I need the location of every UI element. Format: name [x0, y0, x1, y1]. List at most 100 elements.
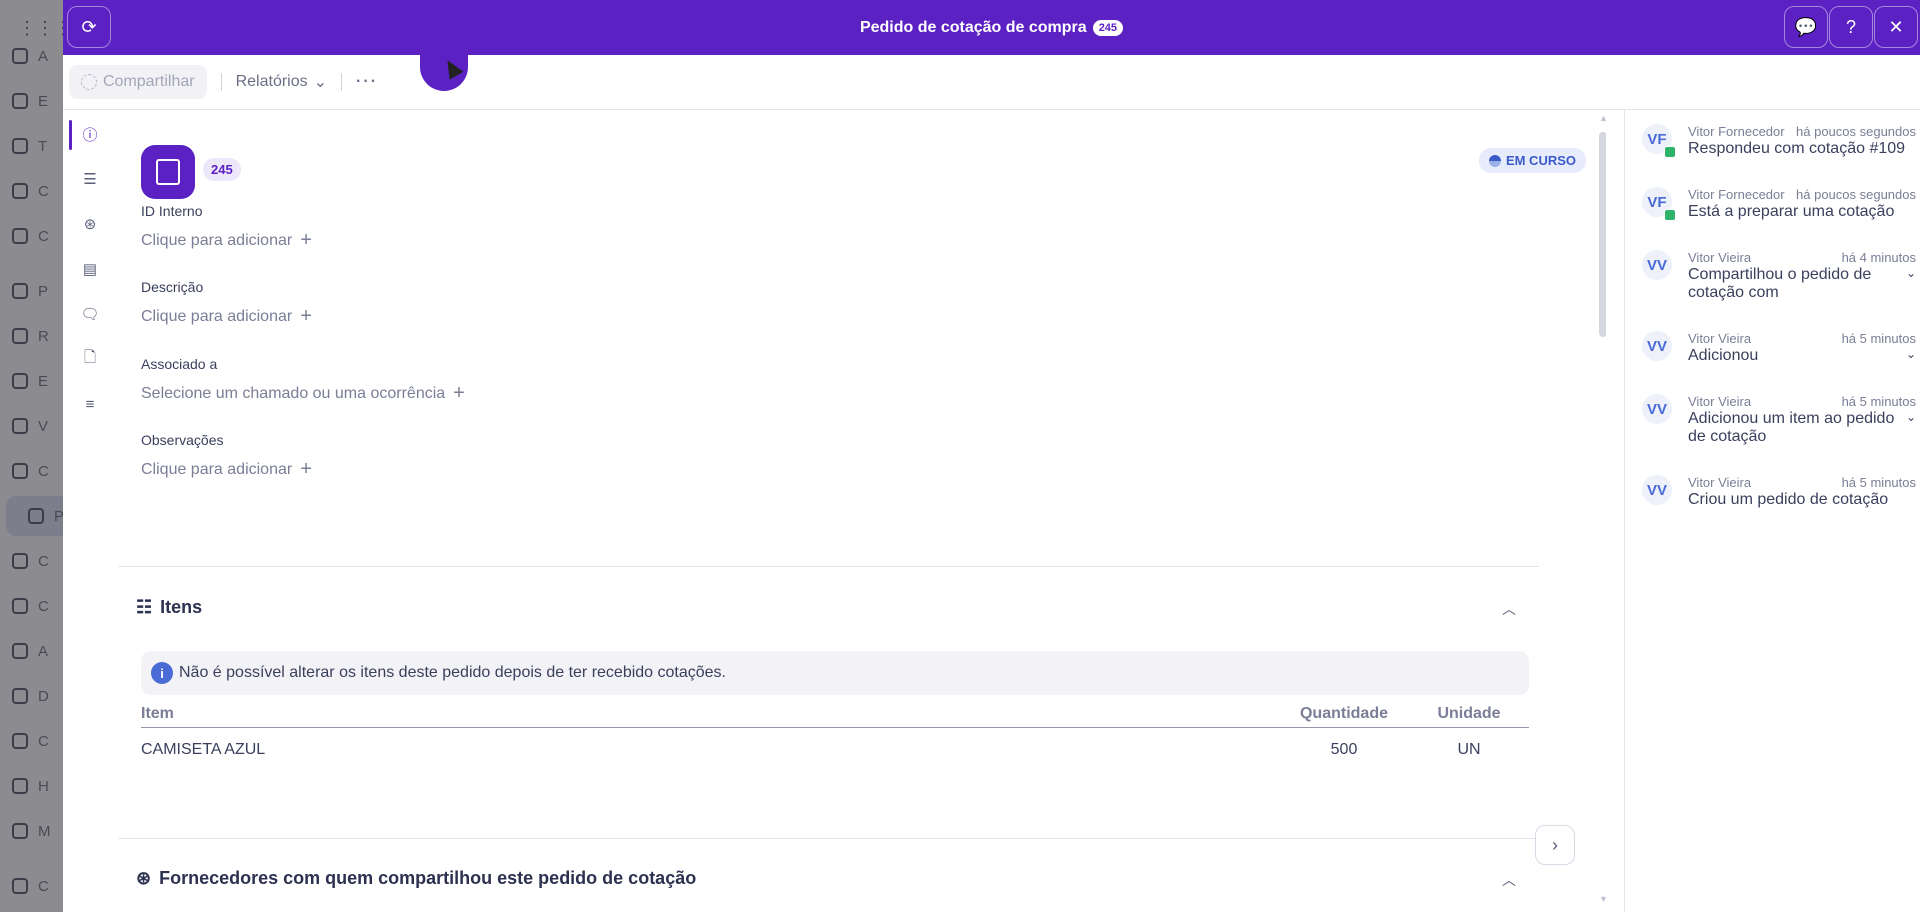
table-row[interactable]: CAMISETA AZUL 500 UN — [141, 728, 1529, 772]
items-section-title: Itens — [160, 597, 203, 617]
column-header-quantity: Quantidade — [1299, 704, 1388, 722]
status-badge: EM CURSO — [1478, 148, 1586, 173]
activity-author: Vitor Vieira — [1688, 250, 1752, 265]
avatar: VV — [1642, 331, 1672, 361]
items-info-text: Não é possível alterar os itens deste pe… — [179, 664, 726, 681]
rail-active-indicator — [69, 120, 72, 150]
list-icon: ☷ — [136, 597, 153, 617]
action-toolbar: Compartilhar Relatórios ⌄ ··· — [63, 55, 1920, 110]
chevron-down-icon[interactable]: ⌄ — [1906, 266, 1916, 280]
activity-author: Vitor Vieira — [1688, 331, 1752, 346]
status-label: EM CURSO — [1505, 153, 1576, 168]
modal-title: Pedido de cotação de compra 245 — [859, 18, 1124, 37]
column-header-item: Item — [141, 704, 174, 722]
menu-icon[interactable]: ≡ — [76, 390, 104, 418]
document-icon[interactable]: 🗋 — [76, 345, 104, 373]
chat-icon: 💬 — [1794, 16, 1818, 37]
main-scrollbar[interactable]: ▲ ▼ — [1599, 110, 1606, 912]
plus-icon: + — [300, 458, 312, 480]
field-add-value[interactable]: Clique para adicionar + — [141, 229, 312, 252]
chevron-down-icon[interactable]: ⌄ — [1906, 410, 1916, 424]
share-label: Compartilhar — [103, 73, 195, 90]
chevron-down-icon[interactable]: ⌄ — [1906, 347, 1916, 361]
suppliers-section-header[interactable]: ⊛ Fornecedores com quem compartilhou est… — [136, 868, 696, 889]
refresh-button[interactable]: ⟳ — [67, 6, 111, 48]
scroll-up-arrow-icon[interactable]: ▲ — [1599, 113, 1606, 123]
items-info-notice: i Não é possível alterar os itens deste … — [141, 651, 1529, 695]
activity-author: Vitor Vieira — [1688, 394, 1752, 409]
items-table: Item Quantidade Unidade CAMISETA AZUL 50… — [141, 700, 1529, 772]
supplier-badge-icon — [1664, 146, 1676, 158]
share-icon — [81, 74, 97, 90]
activity-time: há 5 minutos — [1841, 331, 1916, 346]
suppliers-section-title: Fornecedores com quem compartilhou este … — [159, 868, 697, 888]
field-label: Associado a — [141, 356, 218, 372]
activity-author: Vitor Vieira — [1688, 475, 1752, 490]
activity-time: há poucos segundos — [1796, 187, 1916, 202]
quotation-document-icon — [141, 145, 195, 199]
plus-icon: + — [453, 382, 465, 404]
section-divider — [118, 566, 1539, 567]
cell-unit: UN — [1457, 741, 1481, 758]
items-table-header: Item Quantidade Unidade — [141, 700, 1529, 728]
activity-time: há 5 minutos — [1841, 475, 1916, 490]
cell-quantity: 500 — [1330, 741, 1358, 758]
avatar: VF — [1642, 124, 1676, 158]
share-network-icon: ⊛ — [136, 868, 152, 888]
activity-text: Compartilhou o pedido de cotação com — [1688, 266, 1872, 301]
info-icon: i — [151, 662, 173, 684]
supplier-badge-icon — [1664, 209, 1676, 221]
activity-author: Vitor Fornecedor — [1688, 187, 1785, 202]
activity-text: Respondeu com cotação #109 — [1688, 140, 1906, 157]
field-observations: Observações Clique para adicionar + — [141, 432, 312, 481]
chevron-down-icon: ⌄ — [313, 74, 328, 91]
field-add-value[interactable]: Clique para adicionar + — [141, 305, 312, 328]
chevron-up-icon[interactable]: ︿ — [1502, 599, 1516, 619]
field-description: Descrição Clique para adicionar + — [141, 279, 312, 328]
more-options-button[interactable]: ··· — [356, 73, 378, 91]
toolbar-divider — [341, 73, 343, 91]
cell-item: CAMISETA AZUL — [141, 741, 266, 758]
comment-icon[interactable]: 🗨 — [76, 300, 104, 328]
field-label: ID Interno — [141, 203, 203, 219]
field-add-value[interactable]: Clique para adicionar + — [141, 458, 312, 481]
plus-icon: + — [300, 305, 312, 327]
info-icon[interactable]: ⓘ — [76, 120, 104, 148]
activity-panel: VF Vitor Fornecedor há poucos segundos R… — [1624, 110, 1920, 912]
avatar: VF — [1642, 187, 1676, 221]
bg-nav-item-active: P — [6, 496, 70, 536]
field-associated-to: Associado a Selecione um chamado ou uma … — [141, 356, 465, 405]
help-button[interactable]: ? — [1829, 6, 1873, 48]
field-label: Descrição — [141, 279, 204, 295]
avatar: VV — [1642, 394, 1672, 424]
activity-time: há poucos segundos — [1796, 124, 1916, 139]
section-nav-rail: ⓘ ☰ ⊛ ▤ 🗨 🗋 ≡ — [63, 110, 119, 912]
refresh-icon: ⟳ — [81, 16, 97, 37]
share-network-icon[interactable]: ⊛ — [76, 210, 104, 238]
reports-dropdown[interactable]: Relatórios ⌄ — [236, 72, 327, 92]
modal-header: ⟳ Pedido de cotação de compra 245 💬 ? ✕ — [63, 0, 1920, 55]
activity-text: Criou um pedido de cotação — [1688, 491, 1889, 508]
items-section-header[interactable]: ☷ Itens — [136, 597, 202, 618]
modal-title-count: 245 — [1092, 19, 1124, 36]
quotation-request-modal: ⟳ Pedido de cotação de compra 245 💬 ? ✕ … — [63, 0, 1920, 912]
list-icon[interactable]: ☰ — [76, 165, 104, 193]
chevron-right-icon: › — [1552, 834, 1558, 855]
modal-title-text: Pedido de cotação de compra — [859, 18, 1087, 36]
field-internal-id: ID Interno Clique para adicionar + — [141, 203, 312, 252]
field-add-value[interactable]: Selecione um chamado ou uma ocorrência + — [141, 382, 465, 405]
scroll-thumb[interactable] — [1599, 132, 1606, 337]
toggle-activity-panel-button[interactable]: › — [1535, 825, 1575, 865]
background-sidebar: ⋮⋮⋮ A E T C C P R E V C P C C A D C H M … — [0, 0, 72, 912]
activity-author: Vitor Fornecedor — [1688, 124, 1785, 139]
chevron-up-icon[interactable]: ︿ — [1502, 870, 1516, 890]
chat-button[interactable]: 💬 — [1784, 6, 1828, 48]
close-button[interactable]: ✕ — [1874, 6, 1918, 48]
toolbar-divider — [220, 73, 222, 91]
status-progress-icon — [1488, 154, 1501, 167]
scroll-down-arrow-icon[interactable]: ▼ — [1599, 894, 1606, 904]
receipt-icon[interactable]: ▤ — [76, 255, 104, 283]
record-main: 245 EM CURSO ID Interno Clique para adic… — [118, 110, 1606, 912]
share-button[interactable]: Compartilhar — [69, 65, 207, 99]
section-divider — [118, 838, 1539, 839]
